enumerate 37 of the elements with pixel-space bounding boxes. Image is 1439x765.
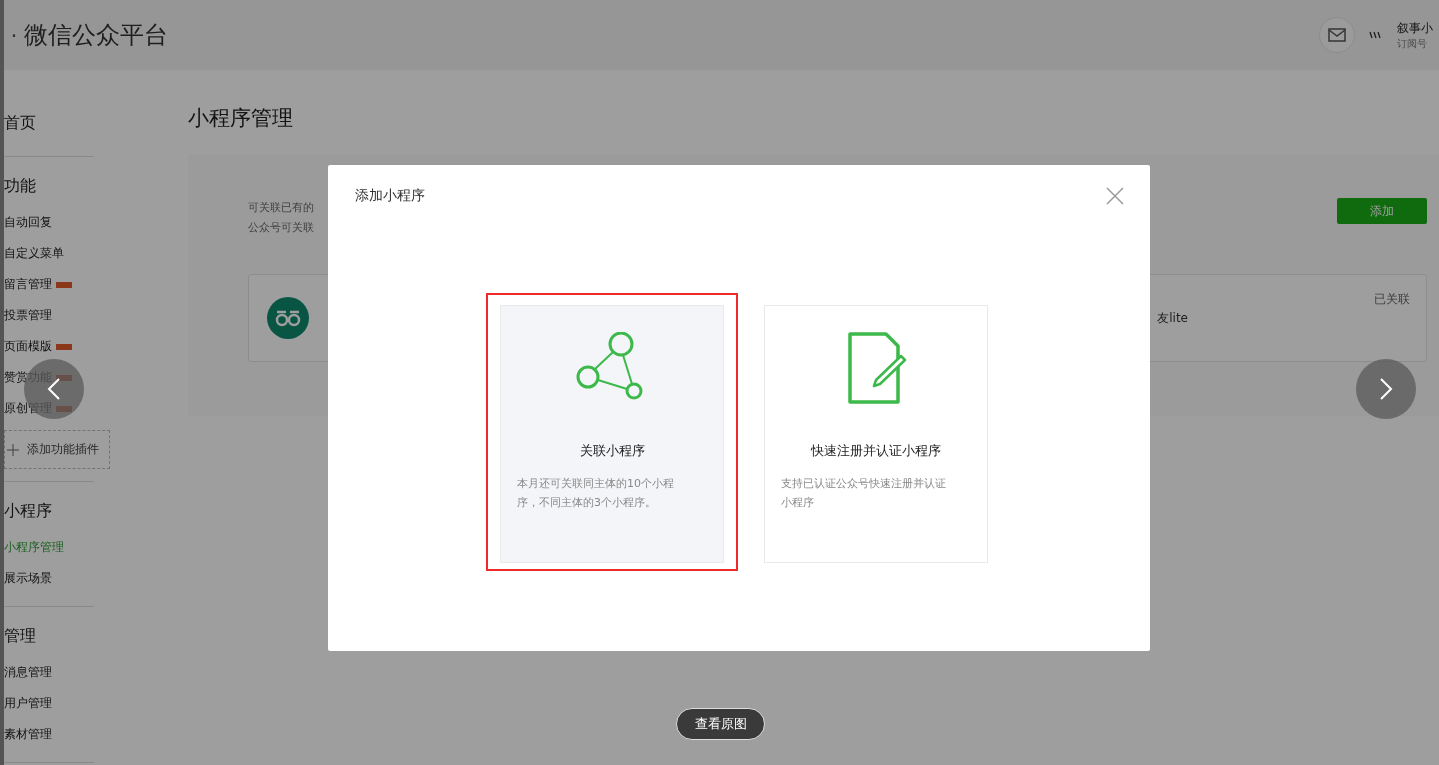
linked-app-name: 友lite (1157, 309, 1188, 327)
logo-title: 微信公众平台 (24, 20, 168, 51)
mail-button[interactable] (1319, 17, 1355, 53)
logo-dot: · (9, 22, 19, 48)
account-name[interactable]: 叙事小 (1397, 19, 1435, 37)
close-icon[interactable] (1106, 187, 1124, 205)
sidebar-item[interactable]: 页面模版 (4, 338, 52, 355)
sidebar-section-title: 小程序 (4, 500, 53, 522)
option-description: 本月还可关联同主体的10个小程序，不同主体的3个小程序。 (517, 476, 675, 511)
sidebar-item[interactable]: 自动回复 (4, 214, 52, 231)
sidebar-item[interactable]: 留言管理 (4, 276, 52, 293)
sidebar-section-title: 管理 (4, 625, 37, 647)
plus-icon (7, 443, 19, 456)
link-status: 已关联 (1374, 291, 1410, 308)
option-card[interactable]: 关联小程序 本月还可关联同主体的10个小程序，不同主体的3个小程序。 (486, 293, 738, 571)
add-plugin-button[interactable]: 添加功能插件 (4, 430, 110, 469)
description-text: 公众号可关联 (248, 220, 314, 236)
sidebar-item[interactable]: 用户管理 (4, 695, 52, 712)
avatar-icon[interactable] (1369, 31, 1383, 39)
sidebar-section-title: 首页 (4, 112, 37, 134)
option-title: 快速注册并认证小程序 (810, 442, 942, 460)
sidebar-section-title: 功能 (4, 175, 37, 197)
sidebar-item[interactable]: 自定义菜单 (4, 245, 64, 262)
dialog-title: 添加小程序 (355, 187, 425, 205)
sidebar-item[interactable]: 素材管理 (4, 726, 52, 743)
chevron-right-icon (1379, 378, 1393, 400)
account-type: 订阅号 (1397, 36, 1428, 51)
sidebar-item[interactable]: 投票管理 (4, 307, 52, 324)
sidebar-item[interactable]: 消息管理 (4, 664, 52, 681)
page-title: 小程序管理 (188, 105, 294, 130)
option-title: 关联小程序 (578, 442, 646, 460)
option-description: 支持已认证公众号快速注册并认证小程序 (781, 476, 947, 511)
mail-icon (1328, 28, 1346, 42)
sidebar-item[interactable]: 展示场景 (4, 570, 52, 587)
view-original-button[interactable]: 查看原图 (676, 708, 765, 740)
description-text: 可关联已有的 (248, 200, 314, 216)
app-logo-icon (267, 297, 309, 339)
